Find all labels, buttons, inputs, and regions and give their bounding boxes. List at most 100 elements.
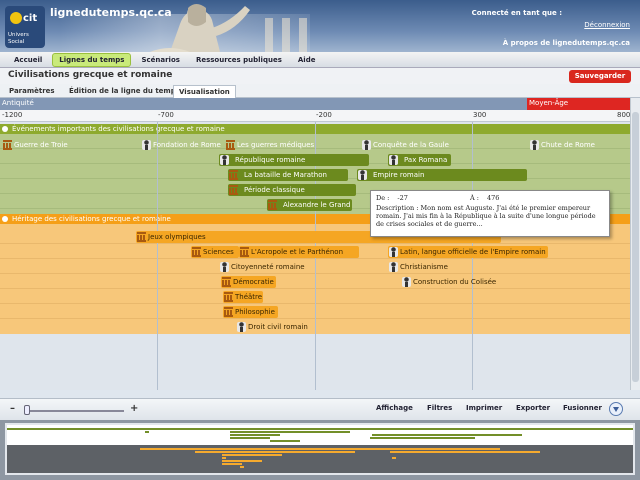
event-theatre[interactable]: Théâtre [223, 291, 263, 303]
zoom-in-button[interactable]: + [130, 403, 138, 414]
temple-icon [3, 140, 12, 150]
logged-in-label: Connecté en tant que : [471, 9, 562, 17]
event-citoyennete-romaine[interactable]: Citoyenneté romaine [219, 261, 305, 273]
event-democratie[interactable]: Démocratie [221, 276, 276, 288]
period-bar: Antiquité Moyen-Âge [0, 98, 630, 110]
event-sciences[interactable]: Sciences [191, 246, 239, 258]
fusionner-button[interactable]: Fusionner [563, 404, 602, 412]
person-icon [389, 247, 398, 257]
person-icon [220, 262, 229, 272]
temple-icon [224, 307, 233, 317]
tick-label: 300 [473, 111, 487, 119]
event-conquete-de-la-gaule[interactable]: Conquête de la Gaule [361, 139, 449, 151]
main-nav: Accueil Lignes du temps Scénarios Ressou… [0, 52, 640, 68]
nav-item-accueil[interactable]: Accueil [8, 54, 48, 66]
period-moyen-age[interactable]: Moyen-Âge [527, 98, 630, 110]
vertical-scrollbar[interactable] [630, 98, 640, 390]
event-philosophie[interactable]: Philosophie [223, 306, 278, 318]
nav-item-aide[interactable]: Aide [292, 54, 322, 66]
event-fondation-de-rome[interactable]: Fondation de Rome [141, 139, 221, 151]
section-title: Événements importants des civilisations … [12, 125, 225, 133]
collapse-toggle-icon[interactable] [2, 216, 8, 222]
logout-link[interactable]: Déconnexion [584, 21, 630, 29]
event-bataille-de-marathon[interactable]: La bataille de Marathon [228, 169, 348, 181]
chevron-down-icon[interactable] [609, 402, 623, 416]
event-construction-du-colisee[interactable]: Construction du Colisée [401, 276, 496, 288]
event-chute-de-rome[interactable]: Chute de Rome [529, 139, 595, 151]
event-acropole-parthenon[interactable]: L'Acropole et le Parthénon [239, 246, 359, 258]
tick-label: 800 [617, 111, 630, 119]
temple-icon [222, 277, 231, 287]
tooltip-from-value: -27 [397, 194, 408, 202]
filtres-button[interactable]: Filtres [427, 404, 452, 412]
event-christianisme[interactable]: Christianisme [388, 261, 448, 273]
svg-text:Univers: Univers [8, 32, 29, 38]
event-empire-romain[interactable]: Empire romain [357, 169, 527, 181]
person-icon [220, 155, 229, 165]
tab-visualisation[interactable]: Visualisation [173, 85, 236, 98]
person-icon [142, 140, 151, 150]
tick-label: -200 [316, 111, 332, 119]
site-header: cit Univers Social lignedutemps.qc.ca Co… [0, 0, 640, 52]
temple-icon [137, 232, 146, 242]
subtabs: Paramètres Édition de la ligne du temps … [0, 84, 640, 98]
time-scale: -1200 -700 -200 300 800 [0, 110, 630, 122]
event-periode-classique[interactable]: Période classique [228, 184, 356, 196]
person-icon [530, 140, 539, 150]
timeline-canvas[interactable]: Antiquité Moyen-Âge -1200 -700 -200 300 … [0, 98, 630, 390]
event-republique-romaine[interactable]: République romaine [219, 154, 369, 166]
temple-icon [192, 247, 201, 257]
svg-text:Social: Social [8, 39, 25, 45]
person-icon [389, 262, 398, 272]
event-droit-civil-romain[interactable]: Droit civil romain [236, 321, 308, 333]
nav-item-scenarios[interactable]: Scénarios [135, 54, 185, 66]
person-icon [389, 155, 398, 165]
person-icon [362, 140, 371, 150]
person-icon [358, 170, 367, 180]
event-pax-romana[interactable]: Pax Romana [388, 154, 451, 166]
tick-label: -700 [158, 111, 174, 119]
temple-icon [224, 292, 233, 302]
temple-icon [240, 247, 249, 257]
imprimer-button[interactable]: Imprimer [466, 404, 502, 412]
person-icon [237, 322, 246, 332]
exporter-button[interactable]: Exporter [516, 404, 550, 412]
bottom-toolbar: – + Affichage Filtres Imprimer Exporter … [0, 398, 640, 420]
event-tooltip: De : -27 À : 476 Description : Mon nom e… [370, 190, 610, 237]
scrollbar-thumb[interactable] [632, 112, 639, 382]
nav-item-ressources-publiques[interactable]: Ressources publiques [190, 54, 288, 66]
about-link[interactable]: À propos de lignedutemps.qc.ca [503, 39, 630, 47]
affichage-button[interactable]: Affichage [376, 404, 413, 412]
header-column-graphic [265, 18, 273, 52]
tooltip-to-value: 476 [486, 194, 500, 202]
recit-logo[interactable]: cit Univers Social [5, 6, 45, 48]
site-name[interactable]: lignedutemps.qc.ca [50, 6, 172, 19]
zoom-slider-handle[interactable] [24, 405, 30, 415]
temple-icon [229, 170, 238, 180]
event-latin-langue-officielle[interactable]: Latin, langue officielle de l'Empire rom… [388, 246, 548, 258]
title-bar: Civilisations grecque et romaine Sauvega… [0, 68, 640, 84]
temple-icon [268, 200, 277, 210]
tab-parametres[interactable]: Paramètres [4, 85, 60, 98]
event-guerres-mediques[interactable]: Les guerres médiques [225, 139, 314, 151]
logo-text: cit [23, 13, 37, 24]
timeline-overview[interactable] [0, 420, 640, 480]
collapse-toggle-icon[interactable] [2, 126, 8, 132]
temple-icon [226, 140, 235, 150]
event-alexandre-le-grand[interactable]: Alexandre le Grand [267, 199, 352, 211]
tab-edition[interactable]: Édition de la ligne du temps [64, 85, 185, 98]
event-guerre-de-troie[interactable]: Guerre de Troie [2, 139, 68, 151]
tooltip-description: Description : Mon nom est Auguste. J'ai … [376, 204, 596, 228]
tick-label: -1200 [2, 111, 23, 119]
zoom-slider-track[interactable] [24, 410, 124, 412]
zoom-out-button[interactable]: – [10, 403, 15, 414]
save-button[interactable]: Sauvegarder [569, 70, 631, 83]
nav-item-lignes-du-temps[interactable]: Lignes du temps [52, 52, 132, 67]
header-column-graphic [299, 18, 307, 52]
header-column-graphic [282, 18, 290, 52]
tooltip-to-label: À : [469, 194, 479, 202]
period-antiquite[interactable]: Antiquité [2, 99, 34, 107]
page-title: Civilisations grecque et romaine [8, 70, 173, 80]
person-icon [402, 277, 411, 287]
overview-viewport-window[interactable] [5, 423, 635, 475]
